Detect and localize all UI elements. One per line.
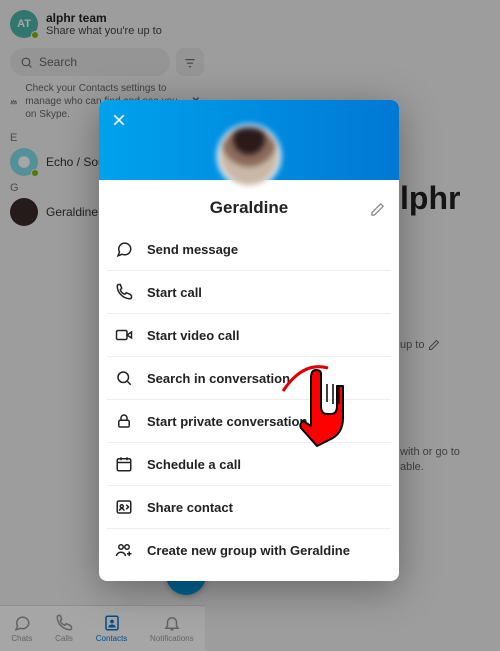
profile-modal: Geraldine Send message Start call Start … xyxy=(99,100,399,581)
menu-send-message[interactable]: Send message xyxy=(107,228,391,271)
calendar-icon xyxy=(115,455,133,473)
menu-create-group[interactable]: Create new group with Geraldine xyxy=(107,529,391,571)
menu-search-conversation[interactable]: Search in conversation xyxy=(107,357,391,400)
chat-bubble-icon xyxy=(115,240,133,258)
app-window: AT alphr team Share what you're up to Se… xyxy=(0,0,500,651)
group-add-icon xyxy=(115,541,133,559)
close-icon xyxy=(111,112,127,128)
menu-start-private-conversation[interactable]: Start private conversation xyxy=(107,400,391,443)
close-button[interactable] xyxy=(111,112,127,133)
edit-profile-button[interactable] xyxy=(370,202,385,222)
profile-menu: Send message Start call Start video call… xyxy=(99,228,399,581)
menu-schedule-call[interactable]: Schedule a call xyxy=(107,443,391,486)
search-icon xyxy=(115,369,133,387)
phone-icon xyxy=(115,283,133,301)
menu-start-call[interactable]: Start call xyxy=(107,271,391,314)
profile-name-row: Geraldine xyxy=(99,180,399,228)
profile-name: Geraldine xyxy=(113,198,385,218)
lock-icon xyxy=(115,412,133,430)
video-icon xyxy=(115,326,133,344)
share-contact-icon xyxy=(115,498,133,516)
pencil-icon xyxy=(370,202,385,217)
menu-share-contact[interactable]: Share contact xyxy=(107,486,391,529)
profile-avatar[interactable] xyxy=(217,124,281,188)
menu-start-video-call[interactable]: Start video call xyxy=(107,314,391,357)
